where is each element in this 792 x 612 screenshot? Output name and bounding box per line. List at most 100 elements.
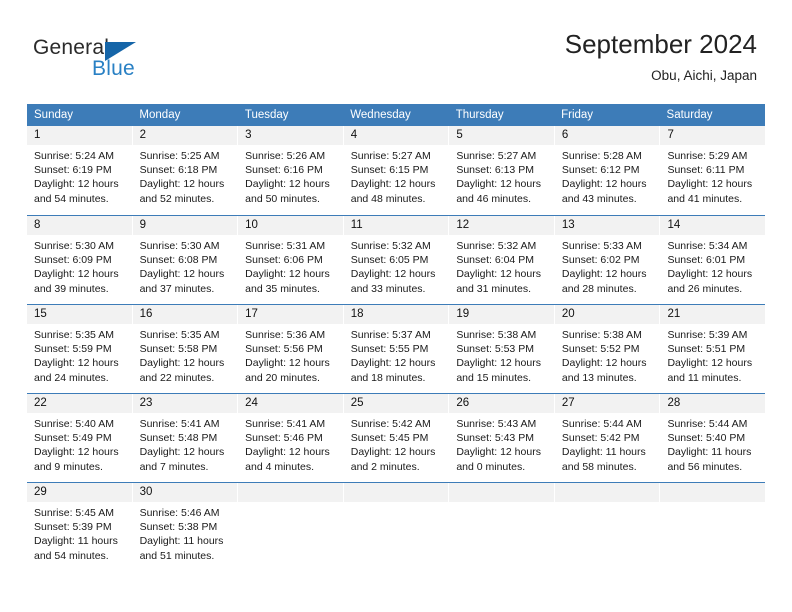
day-details: Sunrise: 5:46 AM Sunset: 5:38 PM Daylight:… [133, 502, 238, 563]
daylight-line-1: Daylight: 12 hours [667, 357, 753, 370]
daylight-line-2: and 50 minutes. [245, 192, 320, 205]
sunset-time: Sunset: 5:38 PM [139, 521, 218, 534]
day-details [555, 502, 660, 506]
daylight-line-1: Daylight: 11 hours [34, 535, 118, 548]
calendar-week-row: 15 Sunrise: 5:35 AM Sunset: 5:59 PM Dayligh… [27, 304, 766, 393]
daylight-line-1: Daylight: 11 hours [667, 446, 752, 459]
day-details: Sunrise: 5:33 AM Sunset: 6:02 PM Daylight:… [555, 235, 660, 296]
day-cell-2[interactable]: 2 Sunrise: 5:25 AM Sunset: 6:18 PM Daylight… [132, 126, 239, 215]
sunset-time: Sunset: 6:15 PM [350, 164, 429, 177]
day-cell-1[interactable]: 1 Sunrise: 5:24 AM Sunset: 6:19 PM Daylight… [27, 126, 133, 215]
day-cell-21[interactable]: 21 Sunrise: 5:39 AM Sunset: 5:51 PM Dayligh… [660, 305, 766, 393]
sunrise-time: Sunrise: 5:44 AM [667, 418, 748, 430]
day-cell-22[interactable]: 22 Sunrise: 5:40 AM Sunset: 5:49 PM Dayligh… [27, 394, 133, 482]
day-number: 22 [27, 394, 132, 413]
sunset-time: Sunset: 6:05 PM [350, 254, 429, 267]
day-cell-empty [660, 483, 766, 571]
day-cell-4[interactable]: 4 Sunrise: 5:27 AM Sunset: 6:15 PM Daylight… [343, 126, 450, 215]
daylight-line-2: and 54 minutes. [34, 192, 109, 205]
sunrise-time: Sunrise: 5:35 AM [34, 329, 114, 341]
day-cell-24[interactable]: 24 Sunrise: 5:41 AM Sunset: 5:46 PM Dayligh… [238, 394, 344, 482]
day-cell-20[interactable]: 20 Sunrise: 5:38 AM Sunset: 5:52 PM Dayligh… [554, 305, 661, 393]
day-details: Sunrise: 5:36 AM Sunset: 5:56 PM Daylight:… [238, 324, 343, 385]
brand-logo[interactable]: General Blue [33, 36, 253, 86]
calendar-week-row: 22 Sunrise: 5:40 AM Sunset: 5:49 PM Dayligh… [27, 393, 766, 482]
day-number: 27 [554, 394, 660, 413]
day-number: 16 [132, 305, 238, 324]
day-number: 14 [660, 216, 766, 235]
daylight-line-1: Daylight: 12 hours [139, 178, 225, 191]
daylight-line-2: and 28 minutes. [561, 282, 637, 295]
day-cell-28[interactable]: 28 Sunrise: 5:44 AM Sunset: 5:40 PM Dayligh… [660, 394, 766, 482]
day-cell-18[interactable]: 18 Sunrise: 5:37 AM Sunset: 5:55 PM Dayligh… [343, 305, 450, 393]
day-cell-16[interactable]: 16 Sunrise: 5:35 AM Sunset: 5:58 PM Dayligh… [132, 305, 239, 393]
sunrise-time: Sunrise: 5:32 AM [350, 240, 431, 252]
day-cell-11[interactable]: 11 Sunrise: 5:32 AM Sunset: 6:05 PM Dayligh… [343, 216, 450, 304]
sunset-time: Sunset: 5:51 PM [667, 343, 746, 356]
day-cell-15[interactable]: 15 Sunrise: 5:35 AM Sunset: 5:59 PM Dayligh… [27, 305, 133, 393]
day-cell-30[interactable]: 30 Sunrise: 5:46 AM Sunset: 5:38 PM Dayligh… [132, 483, 239, 571]
day-cell-7[interactable]: 7 Sunrise: 5:29 AM Sunset: 6:11 PM Daylight… [660, 126, 766, 215]
day-details: Sunrise: 5:41 AM Sunset: 5:48 PM Daylight:… [133, 413, 238, 474]
day-cell-25[interactable]: 25 Sunrise: 5:42 AM Sunset: 5:45 PM Dayligh… [343, 394, 450, 482]
day-cell-3[interactable]: 3 Sunrise: 5:26 AM Sunset: 6:16 PM Daylight… [238, 126, 344, 215]
sunset-time: Sunset: 5:46 PM [245, 432, 323, 445]
page-header: General Blue September 2024 Obu, Aichi, … [0, 0, 792, 104]
day-details: Sunrise: 5:26 AM Sunset: 6:16 PM Daylight:… [238, 145, 343, 206]
day-details: Sunrise: 5:27 AM Sunset: 6:15 PM Daylight:… [344, 145, 449, 206]
sunset-time: Sunset: 6:06 PM [245, 254, 323, 267]
daylight-line-2: and 22 minutes. [139, 371, 215, 384]
day-number: 9 [132, 216, 238, 235]
daylight-line-1: Daylight: 12 hours [350, 446, 436, 459]
day-details: Sunrise: 5:34 AM Sunset: 6:01 PM Daylight:… [660, 235, 765, 296]
day-cell-19[interactable]: 19 Sunrise: 5:38 AM Sunset: 5:53 PM Dayligh… [449, 305, 555, 393]
daylight-line-2: and 0 minutes. [456, 460, 526, 473]
day-number: 28 [660, 394, 766, 413]
day-cell-17[interactable]: 17 Sunrise: 5:36 AM Sunset: 5:56 PM Dayligh… [238, 305, 344, 393]
calendar-week-row: 29 Sunrise: 5:45 AM Sunset: 5:39 PM Dayligh… [27, 482, 766, 571]
day-details: Sunrise: 5:42 AM Sunset: 5:45 PM Daylight:… [344, 413, 449, 474]
day-details: Sunrise: 5:41 AM Sunset: 5:46 PM Daylight:… [238, 413, 343, 474]
day-cell-5[interactable]: 5 Sunrise: 5:27 AM Sunset: 6:13 PM Daylight… [449, 126, 555, 215]
daylight-line-1: Daylight: 12 hours [561, 268, 647, 281]
day-details [660, 502, 765, 506]
day-cell-10[interactable]: 10 Sunrise: 5:31 AM Sunset: 6:06 PM Dayligh… [238, 216, 344, 304]
day-number: 19 [449, 305, 554, 324]
day-number: 3 [238, 126, 343, 145]
calendar-grid: Sunday Monday Tuesday Wednesday Thursday Frid… [27, 104, 766, 571]
sunrise-time: Sunrise: 5:36 AM [245, 329, 326, 341]
day-details: Sunrise: 5:38 AM Sunset: 5:53 PM Daylight:… [449, 324, 554, 385]
day-cell-27[interactable]: 27 Sunrise: 5:44 AM Sunset: 5:42 PM Dayligh… [554, 394, 661, 482]
sunrise-time: Sunrise: 5:32 AM [456, 240, 537, 252]
sunset-time: Sunset: 5:53 PM [456, 343, 534, 356]
day-cell-12[interactable]: 12 Sunrise: 5:32 AM Sunset: 6:04 PM Dayligh… [449, 216, 555, 304]
day-cell-13[interactable]: 13 Sunrise: 5:33 AM Sunset: 6:02 PM Dayligh… [554, 216, 661, 304]
day-cell-23[interactable]: 23 Sunrise: 5:41 AM Sunset: 5:48 PM Dayligh… [132, 394, 239, 482]
daylight-line-1: Daylight: 12 hours [139, 268, 225, 281]
day-number: 2 [132, 126, 238, 145]
day-cell-29[interactable]: 29 Sunrise: 5:45 AM Sunset: 5:39 PM Dayligh… [27, 483, 133, 571]
day-cell-26[interactable]: 26 Sunrise: 5:43 AM Sunset: 5:43 PM Dayligh… [449, 394, 555, 482]
daylight-line-2: and 26 minutes. [667, 282, 743, 295]
daylight-line-2: and 2 minutes. [350, 460, 420, 473]
sunrise-time: Sunrise: 5:43 AM [456, 418, 537, 430]
day-number: 4 [343, 126, 449, 145]
day-number: 10 [238, 216, 343, 235]
day-number [343, 483, 449, 502]
weekday-header-friday: Friday [561, 109, 594, 121]
day-number [449, 483, 554, 502]
day-cell-9[interactable]: 9 Sunrise: 5:30 AM Sunset: 6:08 PM Daylight… [132, 216, 239, 304]
sunset-time: Sunset: 6:01 PM [667, 254, 746, 267]
day-cell-6[interactable]: 6 Sunrise: 5:28 AM Sunset: 6:12 PM Daylight… [554, 126, 661, 215]
day-details: Sunrise: 5:44 AM Sunset: 5:42 PM Daylight:… [555, 413, 660, 474]
weekday-header-tuesday: Tuesday [244, 109, 289, 121]
day-details: Sunrise: 5:37 AM Sunset: 5:55 PM Daylight:… [344, 324, 449, 385]
daylight-line-2: and 15 minutes. [456, 371, 532, 384]
weekday-header-saturday: Saturday [666, 109, 713, 121]
day-cell-14[interactable]: 14 Sunrise: 5:34 AM Sunset: 6:01 PM Dayligh… [660, 216, 766, 304]
day-cell-8[interactable]: 8 Sunrise: 5:30 AM Sunset: 6:09 PM Daylight… [27, 216, 133, 304]
daylight-line-1: Daylight: 12 hours [667, 268, 753, 281]
day-details: Sunrise: 5:27 AM Sunset: 6:13 PM Daylight:… [449, 145, 554, 206]
daylight-line-1: Daylight: 12 hours [456, 446, 541, 459]
daylight-line-1: Daylight: 12 hours [456, 268, 541, 281]
